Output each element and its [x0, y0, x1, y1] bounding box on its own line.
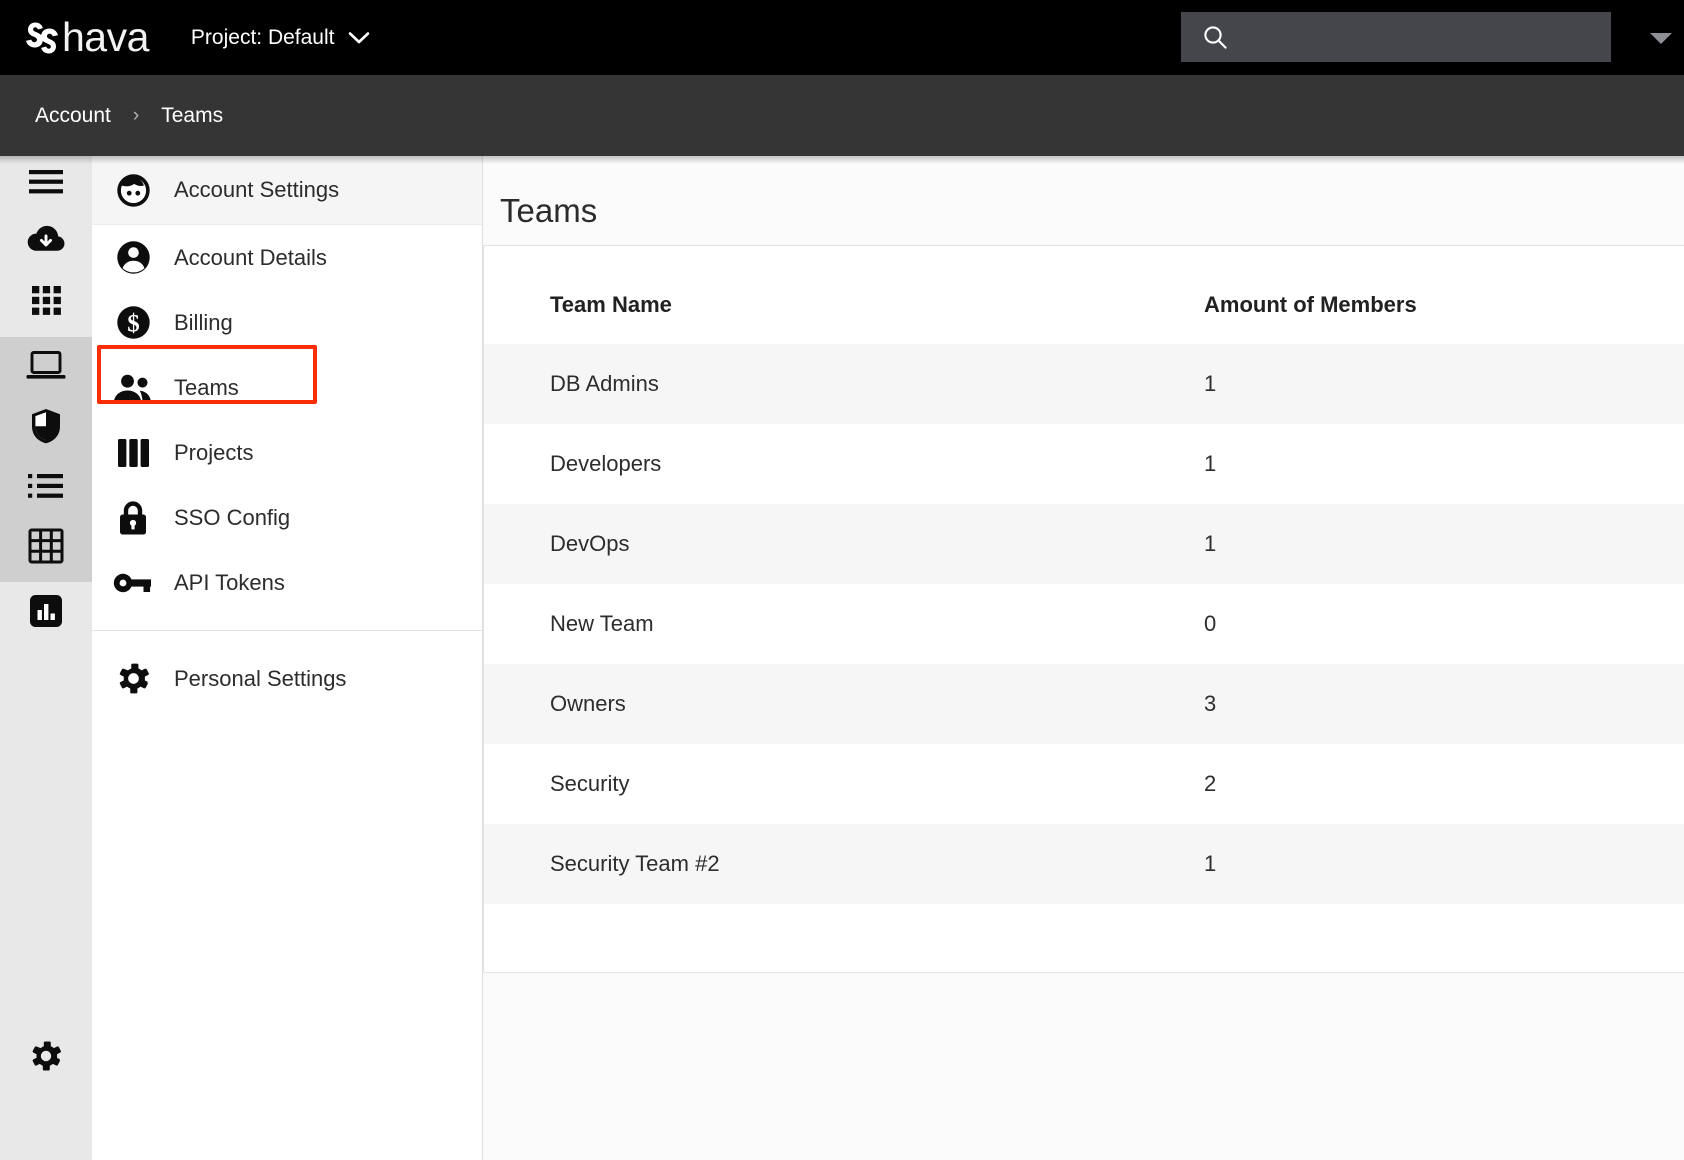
table-grid-icon	[28, 528, 64, 564]
rail-item-table[interactable]	[0, 516, 92, 576]
settings-menu-panel: Account Settings Account Details $ Billi…	[92, 156, 483, 1160]
account-face-icon	[92, 172, 174, 209]
menu-item-label: Account Details	[174, 245, 327, 271]
cell-team-name: Security	[484, 744, 1204, 824]
bar-chart-icon	[28, 593, 64, 629]
rail-item-menu[interactable]	[0, 152, 92, 212]
cell-team-name: DevOps	[484, 504, 1204, 584]
rail-item-settings[interactable]	[0, 1026, 92, 1086]
menu-item-projects[interactable]: Projects	[92, 420, 482, 485]
key-icon	[92, 570, 174, 596]
menu-item-teams[interactable]: Teams	[92, 355, 482, 420]
teams-table-body: DB Admins 1 Developers 1 DevOps 1 New Te…	[484, 344, 1684, 904]
cell-team-name: DB Admins	[484, 344, 1204, 424]
cell-team-name: Security Team #2	[484, 824, 1204, 904]
gear-icon	[28, 1038, 64, 1074]
breadcrumb-item-teams[interactable]: Teams	[161, 104, 223, 128]
lock-icon	[92, 499, 174, 537]
cell-member-count: 1	[1204, 824, 1684, 904]
cell-member-count: 1	[1204, 424, 1684, 504]
menu-item-label: Teams	[174, 375, 239, 401]
column-header-amount-of-members[interactable]: Amount of Members	[1204, 246, 1684, 344]
teams-card: Team Name Amount of Members DB Admins 1 …	[483, 245, 1684, 973]
menu-item-label: Personal Settings	[174, 666, 346, 692]
columns-icon	[92, 437, 174, 469]
table-header-row: Team Name Amount of Members	[484, 246, 1684, 344]
menu-hamburger-icon	[27, 167, 65, 197]
menu-item-label: Projects	[174, 440, 253, 466]
breadcrumb-separator: ›	[133, 105, 139, 127]
cloud-download-icon	[25, 224, 67, 257]
list-icon	[27, 472, 65, 500]
teams-table: Team Name Amount of Members DB Admins 1 …	[484, 246, 1684, 904]
laptop-icon	[25, 349, 67, 383]
rail-item-import[interactable]	[0, 210, 92, 270]
hava-logo-mark	[21, 17, 63, 59]
page-title: Teams	[500, 192, 1684, 230]
rail-item-list[interactable]	[0, 456, 92, 516]
person-circle-icon	[92, 239, 174, 276]
app-logo[interactable]: hava	[21, 0, 149, 75]
search-scope-caret-icon[interactable]	[1650, 33, 1672, 44]
cell-member-count: 1	[1204, 504, 1684, 584]
cell-member-count: 3	[1204, 664, 1684, 744]
shield-icon	[29, 407, 63, 445]
svg-text:$: $	[127, 310, 140, 337]
breadcrumb: Account › Teams	[0, 75, 1684, 156]
project-switcher-label: Project: Default	[191, 26, 335, 50]
menu-item-billing[interactable]: $ Billing	[92, 290, 482, 355]
project-switcher[interactable]: Project: Default	[191, 0, 370, 75]
grid-dots-icon	[30, 284, 63, 317]
icon-rail	[0, 156, 92, 1160]
menu-gap	[92, 631, 482, 646]
people-icon	[92, 373, 174, 403]
rail-item-reports[interactable]	[0, 581, 92, 641]
table-row[interactable]: DB Admins 1	[484, 344, 1684, 424]
menu-item-label: Billing	[174, 310, 233, 336]
cell-member-count: 2	[1204, 744, 1684, 824]
menu-item-api-tokens[interactable]: API Tokens	[92, 550, 482, 615]
cell-member-count: 1	[1204, 344, 1684, 424]
chevron-down-icon	[348, 31, 370, 45]
table-row[interactable]: Developers 1	[484, 424, 1684, 504]
menu-item-label: SSO Config	[174, 505, 290, 531]
menu-item-label: API Tokens	[174, 570, 285, 596]
main-content: Teams Team Name Amount of Members DB Adm…	[483, 156, 1684, 1160]
settings-menu-header-label: Account Settings	[174, 177, 339, 203]
rail-item-security[interactable]	[0, 396, 92, 456]
settings-menu-header[interactable]: Account Settings	[92, 156, 482, 225]
cell-team-name: Owners	[484, 664, 1204, 744]
column-header-team-name[interactable]: Team Name	[484, 246, 1204, 344]
menu-item-sso-config[interactable]: SSO Config	[92, 485, 482, 550]
table-row[interactable]: New Team 0	[484, 584, 1684, 664]
menu-gap	[92, 615, 482, 630]
table-row[interactable]: Security Team #2 1	[484, 824, 1684, 904]
rail-item-apps[interactable]	[0, 270, 92, 330]
table-row[interactable]: Owners 3	[484, 664, 1684, 744]
table-row[interactable]: DevOps 1	[484, 504, 1684, 584]
global-search[interactable]	[1181, 12, 1611, 62]
cell-team-name: New Team	[484, 584, 1204, 664]
search-input[interactable]	[1243, 12, 1611, 62]
top-bar: hava Project: Default	[0, 0, 1684, 75]
breadcrumb-item-account[interactable]: Account	[35, 104, 111, 128]
search-icon	[1202, 24, 1229, 51]
rail-item-environments[interactable]	[0, 336, 92, 396]
teams-card-footer	[484, 904, 1684, 972]
app-logo-text: hava	[62, 17, 149, 58]
cell-member-count: 0	[1204, 584, 1684, 664]
menu-item-personal-settings[interactable]: Personal Settings	[92, 646, 482, 711]
menu-item-account-details[interactable]: Account Details	[92, 225, 482, 290]
teams-table-head: Team Name Amount of Members	[484, 246, 1684, 344]
gear-icon	[92, 660, 174, 697]
table-row[interactable]: Security 2	[484, 744, 1684, 824]
dollar-circle-icon: $	[92, 304, 174, 341]
cell-team-name: Developers	[484, 424, 1204, 504]
